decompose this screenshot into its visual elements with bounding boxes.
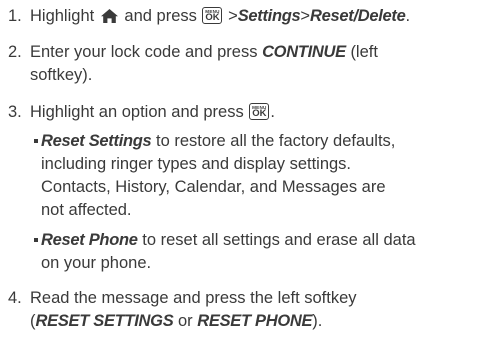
key-bottom-label: OK xyxy=(205,12,220,23)
step-number: 2. xyxy=(8,43,22,61)
option-label: Reset Settings xyxy=(41,132,152,150)
step-text: Enter your lock code and press CONTINUE … xyxy=(30,41,488,87)
option-desc-line: to restore all the factory defaults, xyxy=(156,132,396,150)
option-desc-line: including ringer types and display setti… xyxy=(41,155,352,173)
option-text: Reset Settings to restore all the factor… xyxy=(34,130,484,222)
step-2: 2. Enter your lock code and press CONTIN… xyxy=(8,41,488,87)
menu-path-reset-delete: Reset/Delete xyxy=(310,7,406,25)
paren: ). xyxy=(312,312,323,330)
step-text-part: Read the message and press the left soft… xyxy=(30,289,357,307)
period: . xyxy=(405,7,411,25)
step-text-part: softkey). xyxy=(30,66,93,84)
home-icon xyxy=(99,7,120,25)
path-separator: > xyxy=(228,7,238,25)
option-reset-settings: Reset Settings to restore all the factor… xyxy=(34,130,484,222)
bullet-square-icon xyxy=(34,238,38,242)
menu-ok-key-icon: MENU OK xyxy=(249,103,270,120)
step-text: Highlight an option and press MENU OK. xyxy=(30,101,488,124)
option-label: Reset Phone xyxy=(41,231,138,249)
step-text-part: Enter your lock code and press xyxy=(30,43,258,61)
step-text-part: and press xyxy=(124,7,197,25)
option-desc-line: to reset all settings and erase all data xyxy=(142,231,416,249)
step-4: 4. Read the message and press the left s… xyxy=(8,287,488,333)
step-text: Highlight and press MENU OK >Settings>Res… xyxy=(30,5,488,28)
step-text: Read the message and press the left soft… xyxy=(30,287,488,333)
menu-ok-key-icon: MENU OK xyxy=(202,7,223,24)
continue-label: CONTINUE xyxy=(262,43,346,61)
period: . xyxy=(270,103,275,121)
step-1: 1. Highlight and press MENU OK >Settings>… xyxy=(8,5,488,28)
step-number: 1. xyxy=(8,7,22,25)
step-number: 3. xyxy=(8,103,22,121)
step-text-part: Highlight xyxy=(30,7,95,25)
option-desc-line: not affected. xyxy=(41,201,132,219)
option-text: Reset Phone to reset all settings and er… xyxy=(34,229,484,275)
key-bottom-label: OK xyxy=(252,108,267,119)
option-desc-line: Contacts, History, Calendar, and Message… xyxy=(41,178,386,196)
step-number: 4. xyxy=(8,289,22,307)
step-3: 3. Highlight an option and press MENU OK. xyxy=(8,101,488,124)
option-desc-line: on your phone. xyxy=(41,254,152,272)
menu-path-settings: Settings xyxy=(237,7,301,25)
bullet-square-icon xyxy=(34,139,38,143)
path-separator: > xyxy=(300,7,311,25)
reset-phone-softkey-label: RESET PHONE xyxy=(197,312,313,330)
step-text-part: (left xyxy=(350,43,378,61)
step-text-part: Highlight an option and press xyxy=(30,103,244,121)
reset-settings-softkey-label: RESET SETTINGS xyxy=(35,312,174,330)
step-text-part: or xyxy=(178,312,193,330)
option-reset-phone: Reset Phone to reset all settings and er… xyxy=(34,229,484,275)
